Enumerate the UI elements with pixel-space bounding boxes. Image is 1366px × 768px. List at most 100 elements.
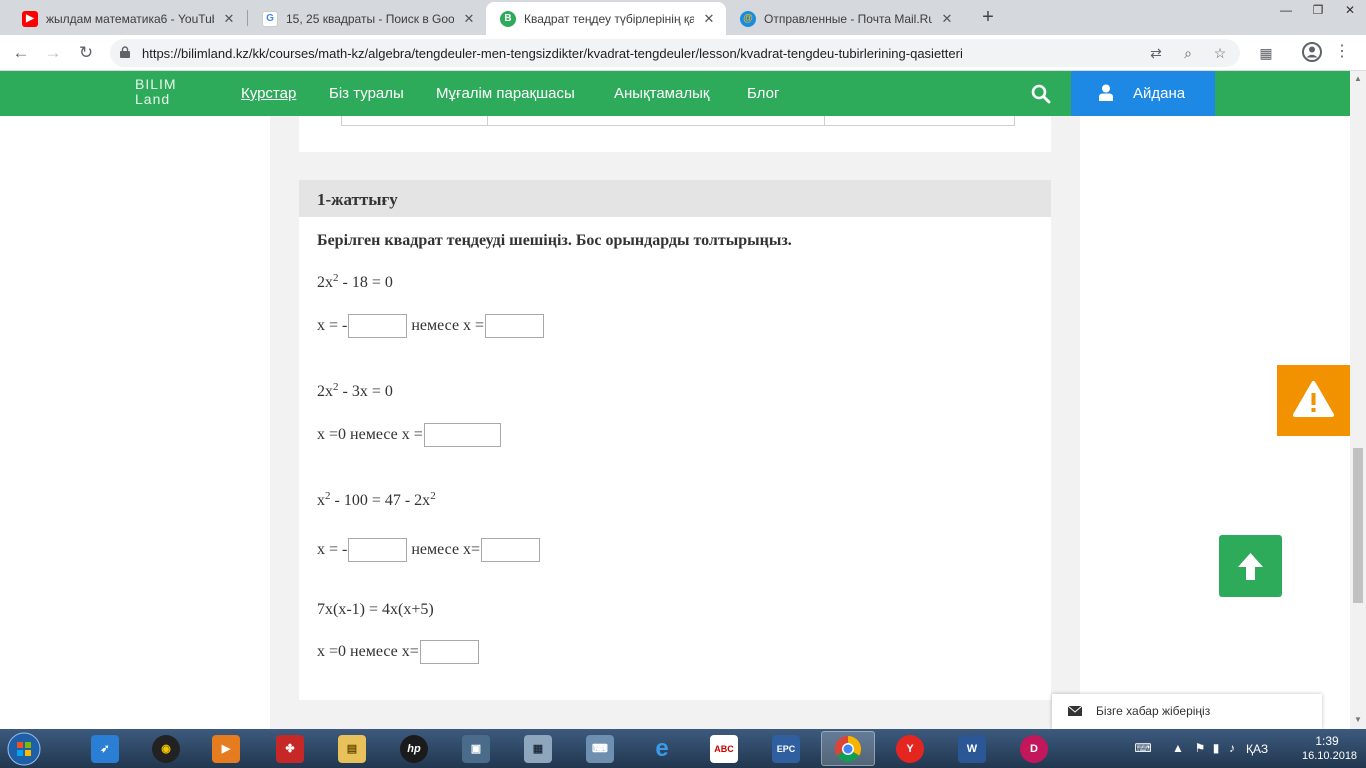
page-scrollbar[interactable]: ▲ ▼ — [1350, 71, 1366, 729]
taskbar-puzzle-app[interactable]: ✤ — [263, 731, 317, 766]
scroll-down-icon[interactable]: ▼ — [1353, 715, 1363, 725]
logo-text: Land — [135, 91, 171, 107]
taskbar-abc-app[interactable]: ABC — [697, 731, 751, 766]
taskbar-keyboard-app[interactable]: ⌨ — [573, 731, 627, 766]
taskbar-yandex[interactable]: Y — [883, 731, 937, 766]
exercise-card: 1-жаттығу Берілген квадрат теңдеуді шеші… — [299, 180, 1051, 700]
taskbar-d-app[interactable]: D — [1007, 731, 1061, 766]
address-bar[interactable]: https://bilimland.kz/kk/courses/math-kz/… — [110, 39, 1240, 67]
page-viewport: 1-жаттығу Берілген квадрат теңдеуді шеші… — [0, 71, 1350, 729]
zoom-icon[interactable]: ⌕ — [1178, 43, 1198, 63]
nav-about[interactable]: Біз туралы — [329, 85, 404, 102]
mailru-icon: @ — [740, 10, 756, 27]
language-indicator[interactable]: ҚАЗ — [1246, 742, 1268, 756]
start-button-icon[interactable] — [4, 730, 44, 768]
tab-mailru[interactable]: @ Отправленные - Почта Mail.Ru ✕ — [726, 2, 964, 35]
close-window-icon[interactable]: ✕ — [1334, 0, 1366, 22]
feedback-widget[interactable]: Бізге хабар жіберіңіз — [1052, 694, 1322, 729]
taskbar-media-app[interactable]: ◉ — [139, 731, 193, 766]
answer-input-3a[interactable] — [348, 538, 408, 562]
taskbar-hp-app[interactable]: hp — [387, 731, 441, 766]
minimize-icon[interactable]: — — [1270, 0, 1302, 22]
keyboard-tray-icon[interactable]: ⌨ — [1128, 741, 1158, 755]
user-name: Айдана — [1133, 85, 1186, 102]
user-icon — [1099, 84, 1113, 101]
feedback-label: Бізге хабар жіберіңіз — [1096, 704, 1211, 718]
flag-icon[interactable]: ⚑ — [1192, 741, 1208, 755]
profile-icon[interactable] — [1300, 40, 1324, 64]
browser-menu-icon[interactable]: ⋮ — [1334, 42, 1350, 62]
show-hidden-icons-icon[interactable]: ▲ — [1170, 741, 1186, 755]
extension-icon[interactable]: ▦ — [1253, 40, 1279, 66]
equation-2: 2x2 - 3x = 0 — [317, 382, 393, 401]
tab-title: Квадрат теңдеу түбірлерінің қасиеттері — [524, 11, 694, 26]
scroll-up-icon[interactable]: ▲ — [1353, 74, 1363, 84]
equation-text: x — [317, 492, 325, 509]
internet-explorer-icon: e — [655, 734, 669, 762]
answer-input-2a[interactable] — [423, 423, 501, 447]
back-icon[interactable]: ← — [8, 40, 34, 66]
tab-bilimland[interactable]: B Квадрат теңдеу түбірлерінің қасиеттері… — [486, 2, 726, 35]
rocket-icon: ➶ — [91, 734, 119, 763]
answer-input-3b[interactable] — [481, 538, 541, 562]
new-tab-button[interactable]: + — [976, 4, 1000, 30]
equation-text: - 100 = 47 - 2x — [330, 492, 431, 509]
chrome-icon — [834, 735, 862, 762]
nav-blog[interactable]: Блог — [747, 85, 779, 102]
network-icon[interactable]: ▮ — [1208, 741, 1224, 755]
taskbar-monitor-app[interactable]: ▣ — [449, 731, 503, 766]
scroll-to-top-button[interactable] — [1219, 535, 1282, 597]
clock-date[interactable]: 16.10.2018 — [1302, 750, 1357, 762]
user-menu[interactable]: Айдана — [1071, 71, 1215, 116]
volume-icon[interactable]: ♪ — [1224, 741, 1240, 755]
bilimland-logo[interactable]: BILIM Land — [135, 77, 177, 107]
equation-3: x2 - 100 = 47 - 2x2 — [317, 490, 436, 510]
tab-youtube[interactable]: ▶ жылдам математика6 - YouTube ✕ — [8, 2, 246, 35]
forward-icon[interactable]: → — [40, 40, 66, 66]
taskbar-rocket-app[interactable]: ➶ — [78, 731, 132, 766]
answer-input-4a[interactable] — [419, 640, 479, 664]
restore-icon[interactable]: ❐ — [1302, 0, 1334, 22]
nav-teacher-page[interactable]: Мұғалім парақшасы — [436, 85, 575, 102]
monitor-icon: ▣ — [462, 734, 490, 763]
nav-reference[interactable]: Анықтамалық — [614, 85, 709, 102]
answer-input-1a[interactable] — [348, 314, 408, 338]
answer-label: x =0 немесе x= — [317, 643, 419, 660]
answer-label: немесе x = — [411, 317, 485, 334]
clock-time[interactable]: 1:39 — [1302, 734, 1352, 748]
bookmark-star-icon[interactable]: ☆ — [1210, 43, 1230, 63]
close-icon[interactable]: ✕ — [462, 11, 476, 27]
previous-table — [341, 116, 1015, 126]
answer-row-3: x = - немесе x= — [317, 538, 544, 562]
video-player-icon: ▶ — [212, 734, 240, 763]
close-icon[interactable]: ✕ — [222, 11, 236, 27]
taskbar-calculator[interactable]: ▦ — [511, 731, 565, 766]
close-icon[interactable]: ✕ — [702, 11, 716, 27]
taskbar-epc-app[interactable]: EPC — [759, 731, 813, 766]
report-error-button[interactable] — [1277, 365, 1350, 436]
answer-label: x = - — [317, 317, 348, 334]
d-app-icon: D — [1020, 734, 1048, 763]
arrow-up-icon — [1238, 553, 1263, 580]
taskbar-word[interactable]: W — [945, 731, 999, 766]
taskbar-internet-explorer[interactable]: e — [635, 731, 689, 766]
answer-row-4: x =0 немесе x= — [317, 640, 483, 664]
tab-title: Отправленные - Почта Mail.Ru — [764, 11, 932, 26]
exponent: 2 — [430, 490, 436, 502]
taskbar-chrome[interactable] — [821, 731, 875, 766]
translate-icon[interactable]: ⇄ — [1146, 43, 1166, 63]
search-icon[interactable] — [1031, 84, 1051, 104]
answer-row-2: x =0 немесе x = — [317, 423, 505, 447]
equation-text: - 3x = 0 — [338, 383, 393, 400]
taskbar-video-app[interactable]: ▶ — [199, 731, 253, 766]
nav-courses[interactable]: Курстар — [241, 85, 296, 102]
windows-taskbar: ➶ ◉ ▶ ✤ ▤ hp ▣ ▦ ⌨ e ABC EPC Y W D ⌨ ▲ ⚑… — [0, 729, 1366, 768]
answer-input-1b[interactable] — [485, 314, 545, 338]
scroll-thumb[interactable] — [1353, 448, 1363, 603]
keyboard-icon: ⌨ — [586, 734, 614, 763]
taskbar-explorer[interactable]: ▤ — [325, 731, 379, 766]
close-icon[interactable]: ✕ — [940, 11, 954, 27]
tab-google[interactable]: G 15, 25 квадраты - Поиск в Google ✕ — [248, 2, 486, 35]
reload-icon[interactable]: ↻ — [73, 40, 99, 66]
calculator-icon: ▦ — [524, 734, 552, 763]
